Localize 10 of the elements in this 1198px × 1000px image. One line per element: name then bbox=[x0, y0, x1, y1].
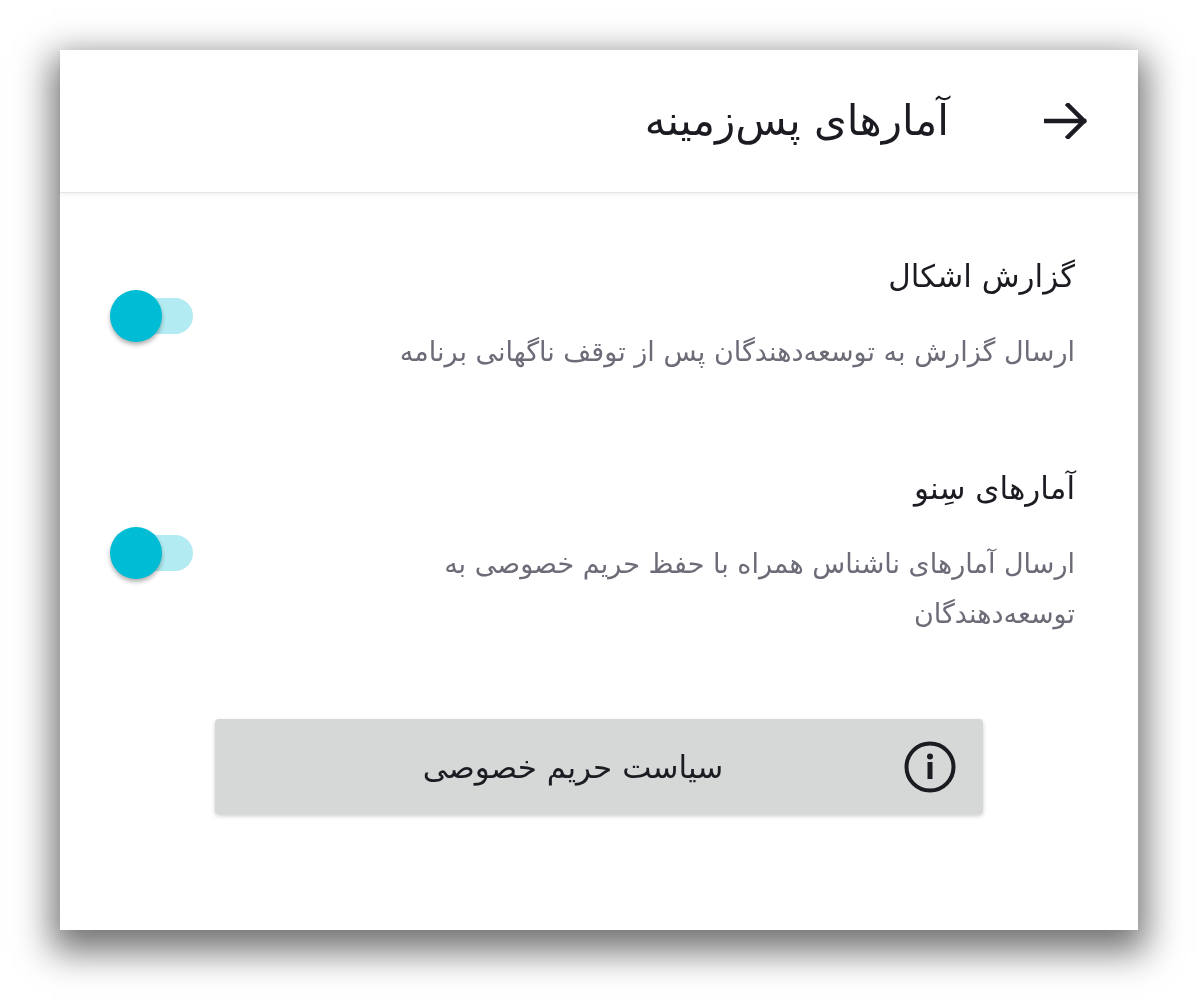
toggle-switch[interactable] bbox=[110, 290, 193, 342]
info-icon bbox=[904, 740, 956, 793]
privacy-policy-button[interactable]: سیاست حریم خصوصی bbox=[215, 719, 983, 814]
setting-title: گزارش اشکال bbox=[888, 257, 1075, 297]
setting-title: آمارهای سِنو bbox=[914, 469, 1075, 509]
toggle-switch[interactable] bbox=[110, 527, 193, 579]
setting-description: ارسال گزارش به توسعه‌دهندگان پس از توقف ناگهانی برنامه bbox=[399, 335, 1075, 370]
arrow-icon[interactable] bbox=[1044, 103, 1088, 139]
page-title: آمارهای پس‌زمینه bbox=[644, 94, 949, 147]
setting-description: ارسال آمارهای ناشناس همراه با حفظ حریم خصوصی به توسعه‌دهندگان bbox=[443, 547, 1075, 632]
